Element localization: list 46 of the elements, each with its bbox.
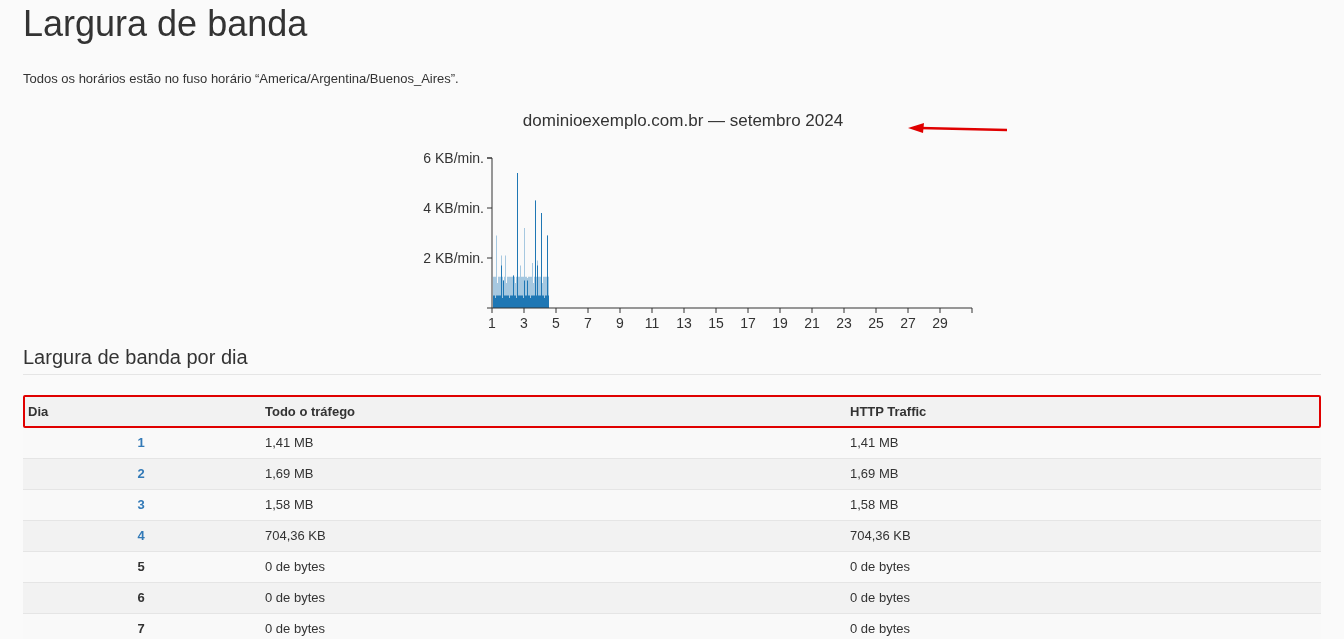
day-link[interactable]: 4 (135, 526, 145, 546)
x-tick-label: 27 (900, 315, 916, 331)
x-tick-label: 29 (932, 315, 948, 331)
y-tick-label: 6 KB/min. (423, 150, 484, 166)
traffic-cell-text: 0 de bytes (264, 558, 326, 577)
day-link[interactable]: 3 (135, 495, 145, 515)
day-link[interactable]: 1 (135, 433, 145, 453)
traffic-cell-text: 0 de bytes (849, 558, 911, 577)
timezone-note: Todos os horários estão no fuso horário “America/Argentina/Buenos_Aires”. (23, 70, 460, 88)
x-tick-label: 17 (740, 315, 756, 331)
x-tick-label: 11 (644, 315, 660, 331)
x-tick-label: 25 (868, 315, 884, 331)
x-tick-label: 9 (616, 315, 624, 331)
traffic-cell-text: 1,69 MB (849, 465, 900, 484)
y-tick-label: 2 KB/min. (423, 250, 484, 266)
y-tick-label: 4 KB/min. (423, 200, 484, 216)
traffic-cell-text: 704,36 KB (264, 527, 327, 546)
day-cell-text: 5 (136, 558, 145, 577)
section-title: Largura de banda por dia (23, 344, 1321, 375)
column-header: Todo o tráfego (264, 402, 356, 421)
x-tick-label: 7 (584, 315, 592, 331)
column-header: Dia (27, 402, 49, 421)
x-tick-label: 1 (488, 315, 496, 331)
day-link[interactable]: 2 (135, 464, 145, 484)
traffic-cell-text: 1,41 MB (264, 434, 315, 453)
traffic-cell-text: 1,58 MB (264, 496, 315, 515)
column-header: HTTP Traffic (849, 402, 927, 421)
x-tick-label: 19 (772, 315, 788, 331)
x-tick-label: 3 (520, 315, 528, 331)
traffic-cell-text: 704,36 KB (849, 527, 912, 546)
day-cell-text: 6 (136, 589, 145, 608)
x-tick-label: 5 (552, 315, 560, 331)
x-tick-label: 13 (676, 315, 692, 331)
day-cell-text: 7 (136, 620, 145, 639)
chart-title: dominioexemplo.com.br — setembro 2024 (522, 110, 844, 132)
traffic-cell-text: 1,41 MB (849, 434, 900, 453)
x-tick-label: 15 (708, 315, 724, 331)
traffic-cell-text: 0 de bytes (264, 589, 326, 608)
traffic-cell-text: 1,58 MB (849, 496, 900, 515)
traffic-cell-text: 0 de bytes (264, 620, 326, 639)
traffic-cell-text: 0 de bytes (849, 620, 911, 639)
traffic-cell-text: 0 de bytes (849, 589, 911, 608)
page-title: Largura de banda (23, 2, 309, 46)
x-tick-label: 23 (836, 315, 852, 331)
traffic-cell-text: 1,69 MB (264, 465, 315, 484)
x-tick-label: 21 (804, 315, 820, 331)
